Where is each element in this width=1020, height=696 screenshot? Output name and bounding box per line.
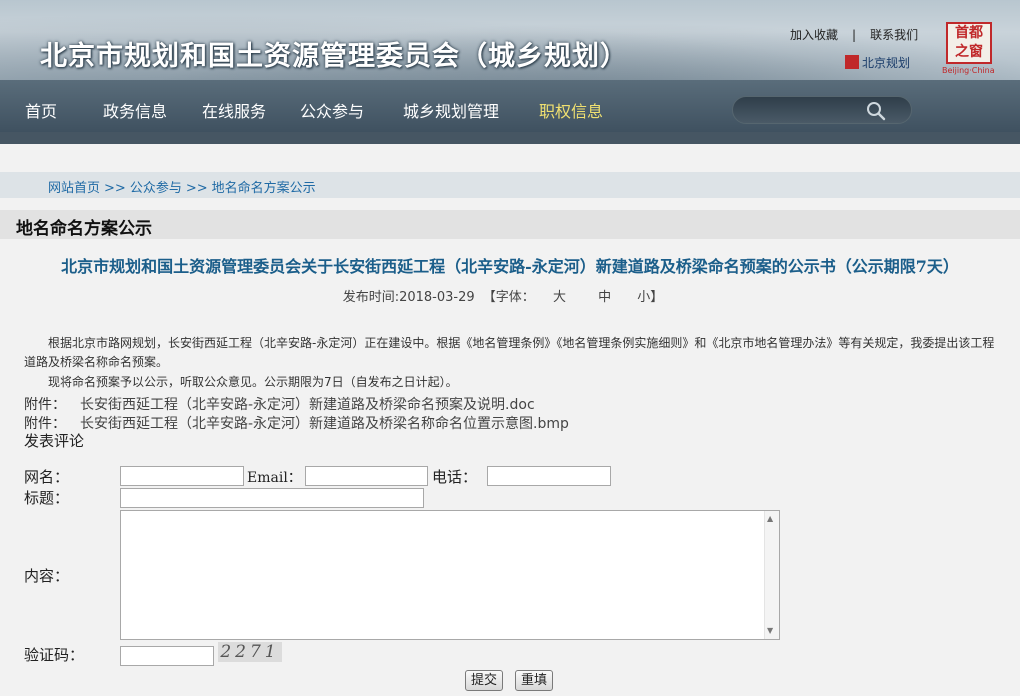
nav-government-info[interactable]: 政务信息 — [103, 98, 167, 122]
attachment-doc-link[interactable]: 长安街西延工程（北辛安路-永定河）新建道路及桥梁命名预案及说明.doc — [80, 397, 535, 413]
contact-us-link[interactable]: 联系我们 — [870, 28, 918, 42]
scroll-up-arrow-icon[interactable]: ▲ — [767, 514, 773, 523]
breadcrumb-current[interactable]: 地名命名方案公示 — [212, 181, 316, 196]
attachment-row: 附件： 长安街西延工程（北辛安路-永定河）新建道路及桥梁名称命名位置示意图.bmp — [24, 413, 569, 433]
captcha-field[interactable] — [120, 646, 214, 666]
logo-text-line-2: 之窗 — [955, 44, 983, 60]
font-size-large-button[interactable]: 大 — [553, 290, 566, 305]
font-size-small-button[interactable]: 小】 — [637, 290, 663, 305]
nav-home[interactable]: 首页 — [25, 98, 57, 122]
logo-text-line-1: 首都 — [955, 25, 983, 41]
search-icon[interactable] — [866, 101, 886, 121]
phone-field[interactable] — [487, 466, 611, 486]
content-label: 内容： — [24, 567, 70, 585]
font-size-medium-button[interactable]: 中 — [598, 290, 611, 305]
site-title: 北京市规划和国土资源管理委员会（城乡规划） — [40, 41, 628, 72]
name-field[interactable] — [120, 466, 244, 486]
email-label: Email： — [247, 470, 302, 486]
article-meta: 发布时间:2018-03-29 【字体： 大 中 小】 — [0, 286, 1020, 305]
beijing-planning-label: 北京规划 — [862, 56, 911, 70]
font-size-label: 【字体： — [482, 290, 535, 305]
article-paragraph: 现将命名预案予以公示，听取公众意见。公示期限为7日（自发布之日计起）。 — [48, 375, 458, 389]
attachment-row: 附件： 长安街西延工程（北辛安路-永定河）新建道路及桥梁命名预案及说明.doc — [24, 394, 535, 414]
section-title: 地名命名方案公示 — [16, 219, 152, 239]
logo-subtitle: Beijing·China — [942, 66, 995, 75]
breadcrumb-home[interactable]: 网站首页 — [48, 181, 100, 196]
subject-label: 标题： — [24, 489, 70, 507]
add-favorite-link[interactable]: 加入收藏 — [790, 28, 838, 42]
breadcrumb-public-participation[interactable]: 公众参与 — [130, 181, 182, 196]
content-scrollbar[interactable] — [764, 511, 779, 639]
email-field[interactable] — [305, 466, 428, 486]
nav-authority-info[interactable]: 职权信息 — [539, 98, 603, 122]
article-paragraph: 根据北京市路网规划，长安街西延工程（北辛安路-永定河）正在建设中。根据《地名管理… — [24, 336, 995, 369]
capital-window-logo[interactable]: 首都 之窗 — [946, 22, 992, 64]
section-header-bar — [0, 210, 1020, 239]
captcha-image[interactable]: 2271 — [218, 642, 282, 662]
nav-public-participation[interactable]: 公众参与 — [300, 98, 364, 122]
captcha-label: 验证码： — [24, 646, 85, 664]
submit-button[interactable]: 提交 — [465, 670, 503, 691]
reset-button[interactable]: 重填 — [515, 670, 553, 691]
breadcrumb-separator: >> — [104, 181, 126, 196]
article-title: 北京市规划和国土资源管理委员会关于长安街西延工程（北辛安路-永定河）新建道路及桥… — [61, 257, 959, 276]
breadcrumb-separator: >> — [185, 181, 208, 196]
nav-bottom-strip — [0, 132, 1020, 144]
attachment-bmp-link[interactable]: 长安街西延工程（北辛安路-永定河）新建道路及桥梁名称命名位置示意图.bmp — [80, 416, 569, 432]
nav-urban-planning[interactable]: 城乡规划管理 — [403, 98, 499, 122]
breadcrumb: 网站首页 >> 公众参与 >> 地名命名方案公示 — [48, 177, 316, 196]
top-links-separator: | — [852, 28, 857, 42]
subject-field[interactable] — [120, 488, 424, 508]
attachment-label: 附件： — [24, 397, 66, 413]
top-links: 加入收藏 | 联系我们 — [790, 26, 918, 43]
name-label: 网名： — [24, 468, 70, 486]
beijing-planning-logo-icon — [845, 55, 859, 69]
nav-online-service[interactable]: 在线服务 — [202, 98, 266, 122]
content-textarea[interactable] — [120, 510, 780, 640]
publish-date: 发布时间:2018-03-29 — [342, 290, 475, 305]
scroll-down-arrow-icon[interactable]: ▼ — [767, 626, 773, 635]
beijing-planning-link[interactable]: 北京规划 — [845, 54, 910, 71]
comment-heading: 发表评论 — [24, 432, 85, 450]
phone-label: 电话： — [432, 468, 478, 486]
